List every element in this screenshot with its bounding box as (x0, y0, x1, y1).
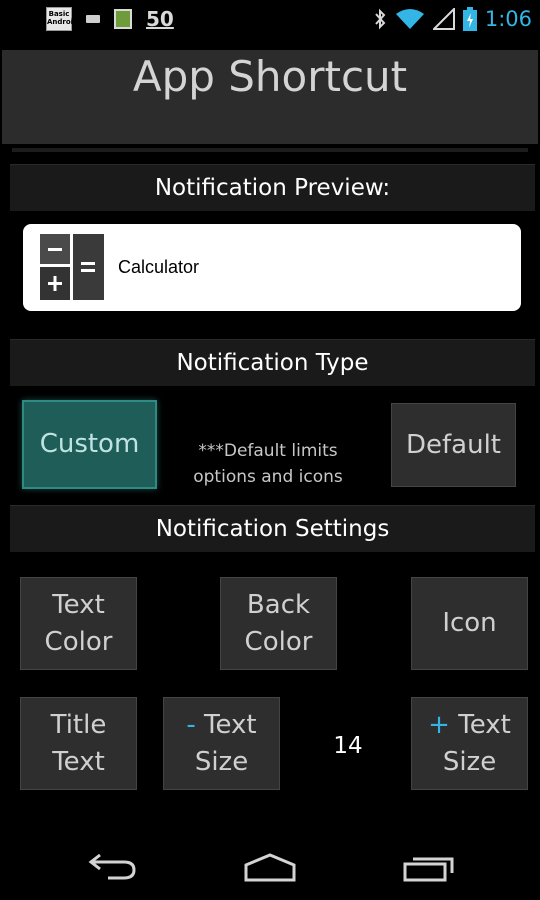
signal-icon (432, 8, 455, 30)
minus-icon: - (186, 709, 196, 740)
custom-type-button[interactable]: Custom (22, 400, 157, 489)
text-size-value: 14 (333, 733, 363, 759)
text-color-label-line1: Text (52, 589, 105, 620)
preview-app-name: Calculator (118, 257, 200, 277)
increase-label-text: Text (458, 709, 511, 740)
title-text-label-line2: Text (52, 746, 105, 777)
text-color-label-line2: Color (44, 626, 113, 657)
image-notification-icon (114, 9, 132, 29)
basic-android-notification-icon: Basic Android (46, 7, 78, 31)
notification-type-header: Notification Type (10, 339, 535, 386)
ticket-icon (86, 15, 100, 23)
icon-button-label: Icon (442, 608, 497, 638)
title-text-label-line1: Title (50, 709, 107, 740)
icon-button[interactable]: Icon (411, 577, 528, 670)
notification-preview: Calculator (23, 224, 521, 311)
title-divider (12, 148, 528, 152)
default-type-label: Default (406, 429, 501, 460)
decrease-label-line2: Size (194, 746, 249, 777)
navigation-bar (0, 830, 540, 900)
status-bar: Basic Android 50 1:06 (0, 0, 540, 38)
text-color-button[interactable]: Text Color (20, 577, 137, 670)
increase-text-size-button[interactable]: + Text Size (411, 697, 528, 790)
wifi-icon (395, 9, 424, 29)
increase-label-line2: Size (442, 746, 497, 777)
note-line-2: options and icons (193, 467, 343, 487)
back-color-button[interactable]: Back Color (220, 577, 337, 670)
plus-icon: + (428, 709, 450, 740)
home-icon[interactable] (243, 852, 297, 882)
increase-label-line1: + Text (428, 707, 511, 744)
calculator-icon (40, 234, 104, 300)
recents-icon[interactable] (403, 854, 455, 882)
battery-icon (462, 7, 477, 31)
page-title: App Shortcut (132, 52, 408, 101)
bluetooth-icon (375, 8, 386, 30)
back-icon[interactable] (88, 854, 138, 880)
clock: 1:06 (484, 7, 532, 31)
status-system-icons: 1:06 (373, 6, 532, 32)
custom-type-label: Custom (39, 429, 140, 459)
status-notifications: Basic Android 50 (46, 7, 174, 31)
title-text-button[interactable]: Title Text (20, 697, 137, 790)
default-type-button[interactable]: Default (391, 403, 516, 487)
default-limits-note: ***Default limits options and icons (180, 438, 356, 490)
back-color-label-line1: Back (246, 589, 311, 620)
notification-count: 50 (146, 7, 174, 31)
note-line-1: ***Default limits (198, 441, 338, 461)
back-color-label-line2: Color (244, 626, 313, 657)
notification-settings-header: Notification Settings (10, 505, 535, 552)
notification-preview-header: Notification Preview: (10, 164, 535, 211)
decrease-label-text: Text (204, 709, 257, 740)
decrease-label-line1: - Text (186, 707, 256, 744)
decrease-text-size-button[interactable]: - Text Size (163, 697, 280, 790)
